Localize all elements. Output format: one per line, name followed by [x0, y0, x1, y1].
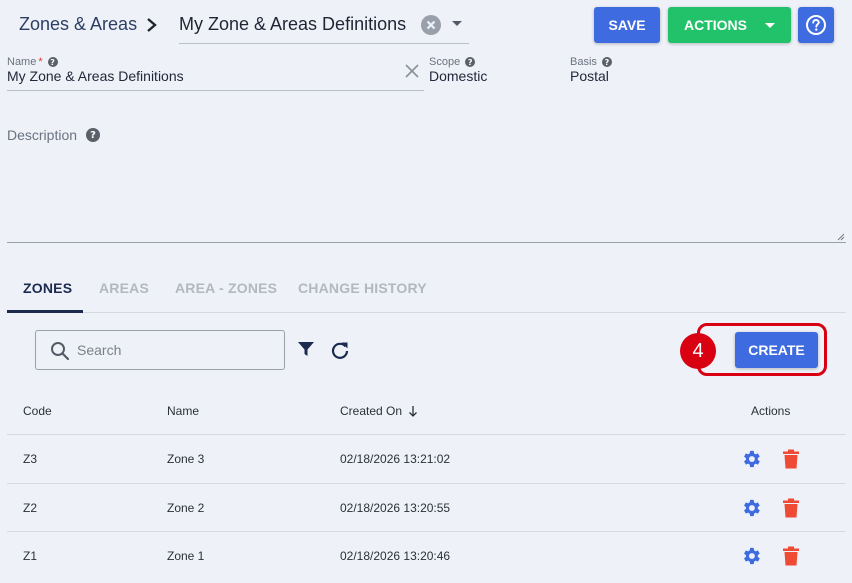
- help-button[interactable]: [798, 7, 834, 43]
- basis-value: Postal: [570, 68, 609, 84]
- actions-button[interactable]: ACTIONS: [668, 7, 791, 43]
- caret-down-icon[interactable]: [452, 21, 462, 26]
- table-row[interactable]: Z3 Zone 3 02/18/2026 13:21:02: [7, 434, 846, 482]
- definition-select-value: My Zone & Areas Definitions: [179, 14, 407, 34]
- name-underline: [7, 90, 424, 91]
- gear-icon[interactable]: [740, 545, 762, 567]
- trash-icon[interactable]: [782, 498, 800, 518]
- column-header-created-on[interactable]: Created On: [340, 404, 418, 418]
- actions-label: ACTIONS: [684, 17, 747, 33]
- resize-handle-icon[interactable]: [837, 233, 845, 241]
- trash-icon[interactable]: [782, 449, 800, 469]
- search-input[interactable]: [77, 340, 272, 360]
- tab-change-history[interactable]: CHANGE HISTORY: [298, 280, 427, 296]
- info-icon: ?: [86, 128, 101, 142]
- cell-name: Zone 1: [167, 549, 205, 563]
- search-icon: [51, 342, 70, 361]
- column-header-actions: Actions: [751, 404, 791, 418]
- scope-label: Scope ?: [429, 56, 476, 68]
- column-header-code[interactable]: Code: [23, 404, 52, 418]
- help-icon: [806, 15, 826, 35]
- cell-created-on: 02/18/2026 13:21:02: [340, 452, 451, 466]
- cell-code: Z1: [23, 549, 38, 563]
- sort-down-icon: [409, 406, 418, 417]
- refresh-icon[interactable]: [330, 340, 350, 360]
- table-row[interactable]: Z1 Zone 1 02/18/2026 13:20:46: [7, 531, 846, 579]
- step-badge: 4: [680, 333, 716, 369]
- info-icon: ?: [601, 57, 612, 67]
- trash-icon[interactable]: [782, 546, 800, 566]
- name-field[interactable]: My Zone & Areas Definitions: [7, 68, 184, 84]
- info-icon: ?: [465, 57, 476, 67]
- cell-created-on: 02/18/2026 13:20:55: [340, 501, 451, 515]
- search-box[interactable]: [35, 330, 285, 370]
- clear-icon[interactable]: [404, 63, 420, 79]
- gear-icon[interactable]: [740, 448, 762, 470]
- clear-icon[interactable]: [421, 15, 441, 35]
- basis-label: Basis ?: [570, 56, 612, 68]
- description-field[interactable]: [7, 152, 846, 243]
- chevron-right-icon: [147, 18, 157, 32]
- create-button[interactable]: CREATE: [735, 332, 818, 368]
- cell-created-on: 02/18/2026 13:20:46: [340, 549, 451, 563]
- caret-down-icon: [765, 22, 775, 28]
- filter-icon[interactable]: [297, 340, 315, 358]
- active-tab-indicator: [7, 310, 83, 313]
- cell-name: Zone 2: [167, 501, 205, 515]
- name-label: Name * ?: [7, 56, 58, 68]
- column-header-name[interactable]: Name: [167, 404, 199, 418]
- description-label: Description ?: [7, 127, 101, 143]
- table-row[interactable]: Z2 Zone 2 02/18/2026 13:20:55: [7, 483, 846, 531]
- definition-select[interactable]: My Zone & Areas Definitions: [179, 8, 469, 44]
- breadcrumb-root[interactable]: Zones & Areas: [19, 14, 137, 35]
- tab-zones[interactable]: ZONES: [23, 280, 72, 296]
- gear-icon[interactable]: [740, 497, 762, 519]
- save-button[interactable]: SAVE: [594, 7, 660, 43]
- top-bar: Zones & Areas My Zone & Areas Definition…: [0, 0, 852, 50]
- tab-area-zones[interactable]: AREA - ZONES: [175, 280, 277, 296]
- tab-bar: ZONES AREAS AREA - ZONES CHANGE HISTORY: [7, 268, 846, 313]
- tab-areas[interactable]: AREAS: [99, 280, 149, 296]
- cell-code: Z3: [23, 452, 38, 466]
- info-icon: ?: [47, 57, 58, 67]
- cell-code: Z2: [23, 501, 38, 515]
- cell-name: Zone 3: [167, 452, 205, 466]
- scope-value: Domestic: [429, 68, 488, 84]
- required-mark: *: [38, 56, 43, 68]
